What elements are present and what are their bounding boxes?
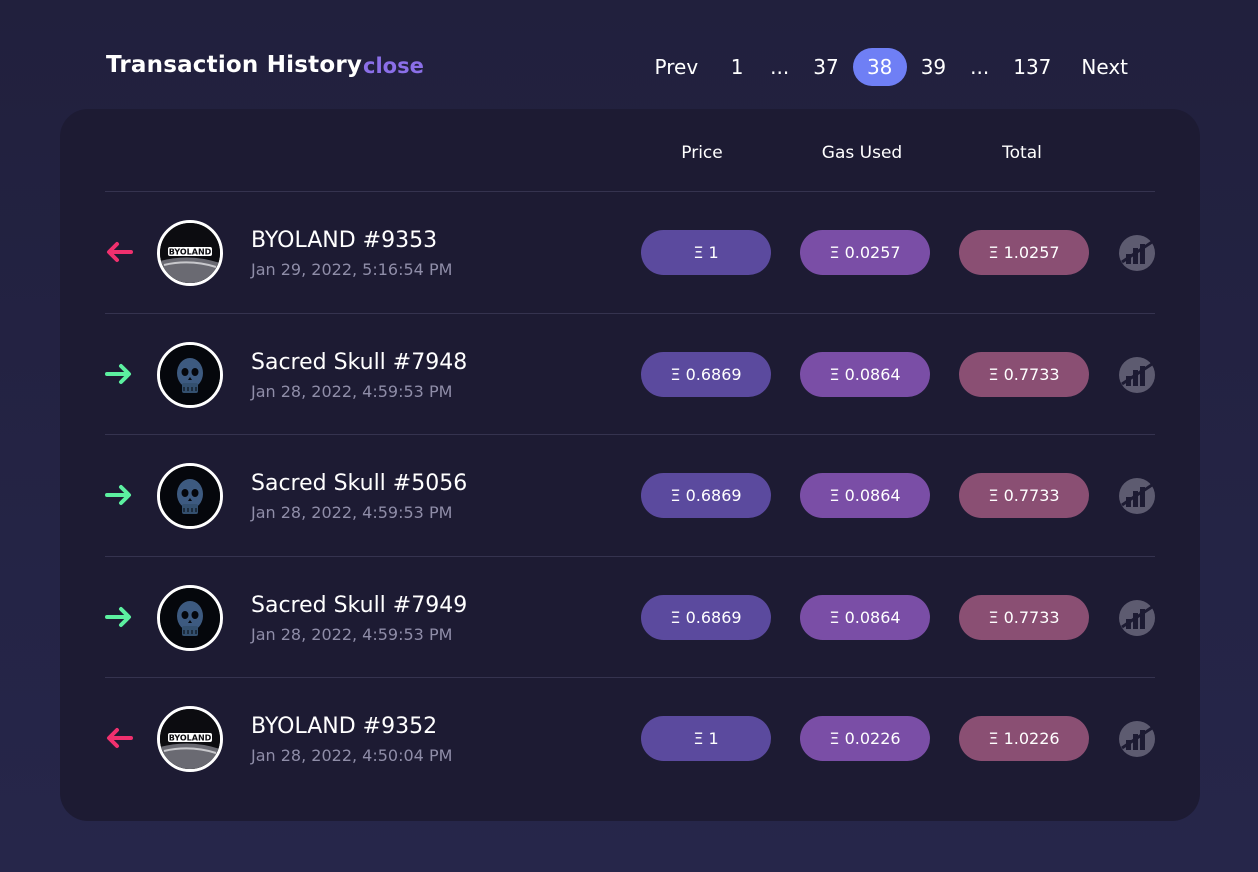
column-header-gas-used: Gas Used bbox=[821, 143, 903, 163]
item-date: Jan 28, 2022, 4:59:53 PM bbox=[251, 503, 453, 522]
page-button[interactable]: 137 bbox=[1003, 48, 1061, 86]
arrow-right-icon bbox=[105, 606, 131, 627]
page-ellipsis: ... bbox=[970, 55, 990, 79]
svg-text:BYOLAND: BYOLAND bbox=[169, 734, 212, 743]
svg-text:BYOLAND: BYOLAND bbox=[169, 248, 212, 257]
gas-badge: Ξ 0.0257 bbox=[800, 230, 930, 275]
total-badge: Ξ 0.7733 bbox=[959, 473, 1089, 518]
byoland-logo: BYOLAND bbox=[160, 709, 220, 769]
gas-badge: Ξ 0.0226 bbox=[800, 716, 930, 761]
prev-page-button[interactable]: Prev bbox=[645, 48, 709, 86]
gas-badge: Ξ 0.0864 bbox=[800, 351, 930, 397]
total-badge: Ξ 1.0257 bbox=[959, 230, 1089, 275]
item-name[interactable]: Sacred Skull #5056 bbox=[251, 471, 467, 496]
page-button[interactable]: 37 bbox=[803, 48, 848, 86]
avatar: BYOLAND bbox=[157, 706, 223, 772]
table-row[interactable]: Sacred Skull #7948 Jan 28, 2022, 4:59:53… bbox=[105, 312, 1156, 435]
next-page-button[interactable]: Next bbox=[1071, 48, 1138, 86]
chart-icon[interactable] bbox=[1118, 356, 1156, 394]
arrow-right-icon bbox=[105, 485, 131, 505]
chart-icon[interactable] bbox=[1118, 234, 1156, 272]
item-date: Jan 28, 2022, 4:50:04 PM bbox=[251, 746, 453, 765]
avatar bbox=[157, 463, 223, 529]
transaction-table-panel: Price Gas Used Total BYOLAND BYOLAND #93… bbox=[60, 109, 1200, 821]
price-badge: Ξ 0.6869 bbox=[641, 473, 771, 518]
avatar bbox=[157, 584, 223, 651]
current-page-button[interactable]: 38 bbox=[852, 48, 907, 86]
gas-badge: Ξ 0.0864 bbox=[800, 473, 930, 518]
item-name[interactable]: BYOLAND #9352 bbox=[251, 714, 437, 739]
table-row[interactable]: BYOLAND BYOLAND #9353 Jan 29, 2022, 5:16… bbox=[105, 191, 1155, 313]
page-title: Transaction History bbox=[106, 52, 363, 78]
item-name[interactable]: Sacred Skull #7948 bbox=[251, 350, 467, 375]
price-badge: Ξ 1 bbox=[641, 716, 771, 761]
chart-icon[interactable] bbox=[1118, 599, 1156, 637]
item-name[interactable]: BYOLAND #9353 bbox=[251, 228, 437, 253]
chart-icon[interactable] bbox=[1118, 477, 1156, 515]
close-link[interactable]: close bbox=[363, 54, 424, 78]
sacred-skull-image bbox=[160, 466, 220, 526]
sacred-skull-image bbox=[160, 344, 220, 405]
table-row[interactable]: Sacred Skull #5056 Jan 28, 2022, 4:59:53… bbox=[105, 434, 1155, 556]
column-header-total: Total bbox=[1002, 143, 1042, 163]
price-badge: Ξ 0.6869 bbox=[641, 351, 771, 397]
arrow-right-icon bbox=[105, 363, 131, 384]
item-date: Jan 29, 2022, 5:16:54 PM bbox=[251, 260, 453, 279]
pagination: Prev 1 ... 37 38 39 ... 137 Next bbox=[643, 47, 1140, 87]
page-ellipsis: ... bbox=[770, 55, 790, 79]
price-badge: Ξ 0.6869 bbox=[641, 594, 771, 640]
transaction-list: BYOLAND BYOLAND #9353 Jan 29, 2022, 5:16… bbox=[105, 191, 1155, 799]
arrow-left-icon bbox=[107, 728, 133, 748]
price-badge: Ξ 1 bbox=[641, 230, 771, 275]
page-button[interactable]: 39 bbox=[911, 48, 956, 86]
avatar bbox=[157, 341, 223, 408]
gas-badge: Ξ 0.0864 bbox=[800, 594, 930, 640]
table-row[interactable]: BYOLAND BYOLAND #9352 Jan 28, 2022, 4:50… bbox=[105, 677, 1155, 799]
chart-icon[interactable] bbox=[1118, 720, 1156, 758]
total-badge: Ξ 0.7733 bbox=[959, 594, 1089, 640]
item-date: Jan 28, 2022, 4:59:53 PM bbox=[251, 624, 453, 644]
page-button[interactable]: 1 bbox=[718, 48, 756, 86]
header: Transaction History close Prev 1 ... 37 … bbox=[106, 42, 1156, 90]
total-badge: Ξ 0.7733 bbox=[959, 351, 1089, 397]
sacred-skull-image bbox=[160, 587, 220, 648]
table-row[interactable]: Sacred Skull #7949 Jan 28, 2022, 4:59:53… bbox=[105, 555, 1156, 678]
avatar: BYOLAND bbox=[157, 220, 223, 286]
byoland-logo: BYOLAND bbox=[160, 223, 220, 283]
item-date: Jan 28, 2022, 4:59:53 PM bbox=[251, 381, 453, 401]
item-name[interactable]: Sacred Skull #7949 bbox=[251, 593, 467, 618]
total-badge: Ξ 1.0226 bbox=[959, 716, 1089, 761]
arrow-left-icon bbox=[107, 242, 133, 262]
column-header-price: Price bbox=[681, 143, 723, 163]
